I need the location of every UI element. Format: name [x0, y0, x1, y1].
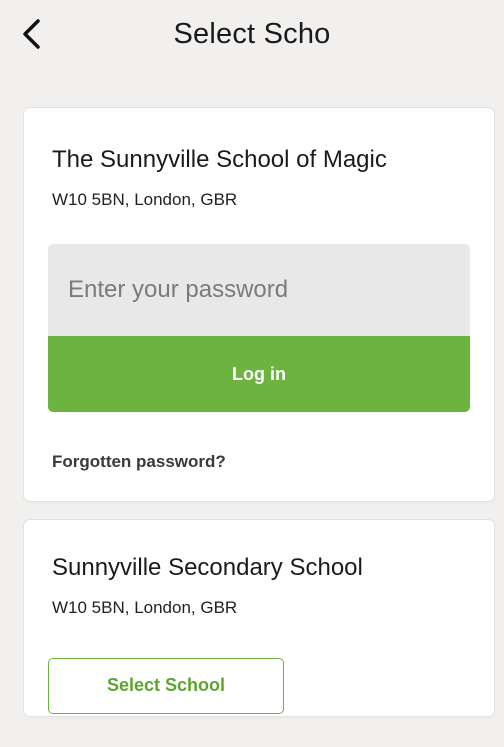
school-address: W10 5BN, London, GBR: [52, 190, 238, 209]
forgot-password-link[interactable]: Forgotten password?: [52, 452, 226, 472]
school-address: W10 5BN, London, GBR: [52, 598, 238, 617]
login-button[interactable]: Log in: [48, 336, 470, 412]
select-school-button[interactable]: Select School: [48, 658, 284, 714]
school-name: Sunnyville Secondary School: [52, 554, 363, 581]
page-title: Select Scho: [173, 18, 331, 50]
school-card-sunnyville-secondary[interactable]: Sunnyville Secondary School W10 5BN, Lon…: [24, 520, 494, 716]
school-name: The Sunnyville School of Magic: [52, 146, 387, 173]
header-bar: Select Scho: [0, 0, 504, 82]
school-card-sunnyville-magic: The Sunnyville School of Magic W10 5BN, …: [24, 108, 494, 501]
password-input[interactable]: [48, 244, 470, 336]
